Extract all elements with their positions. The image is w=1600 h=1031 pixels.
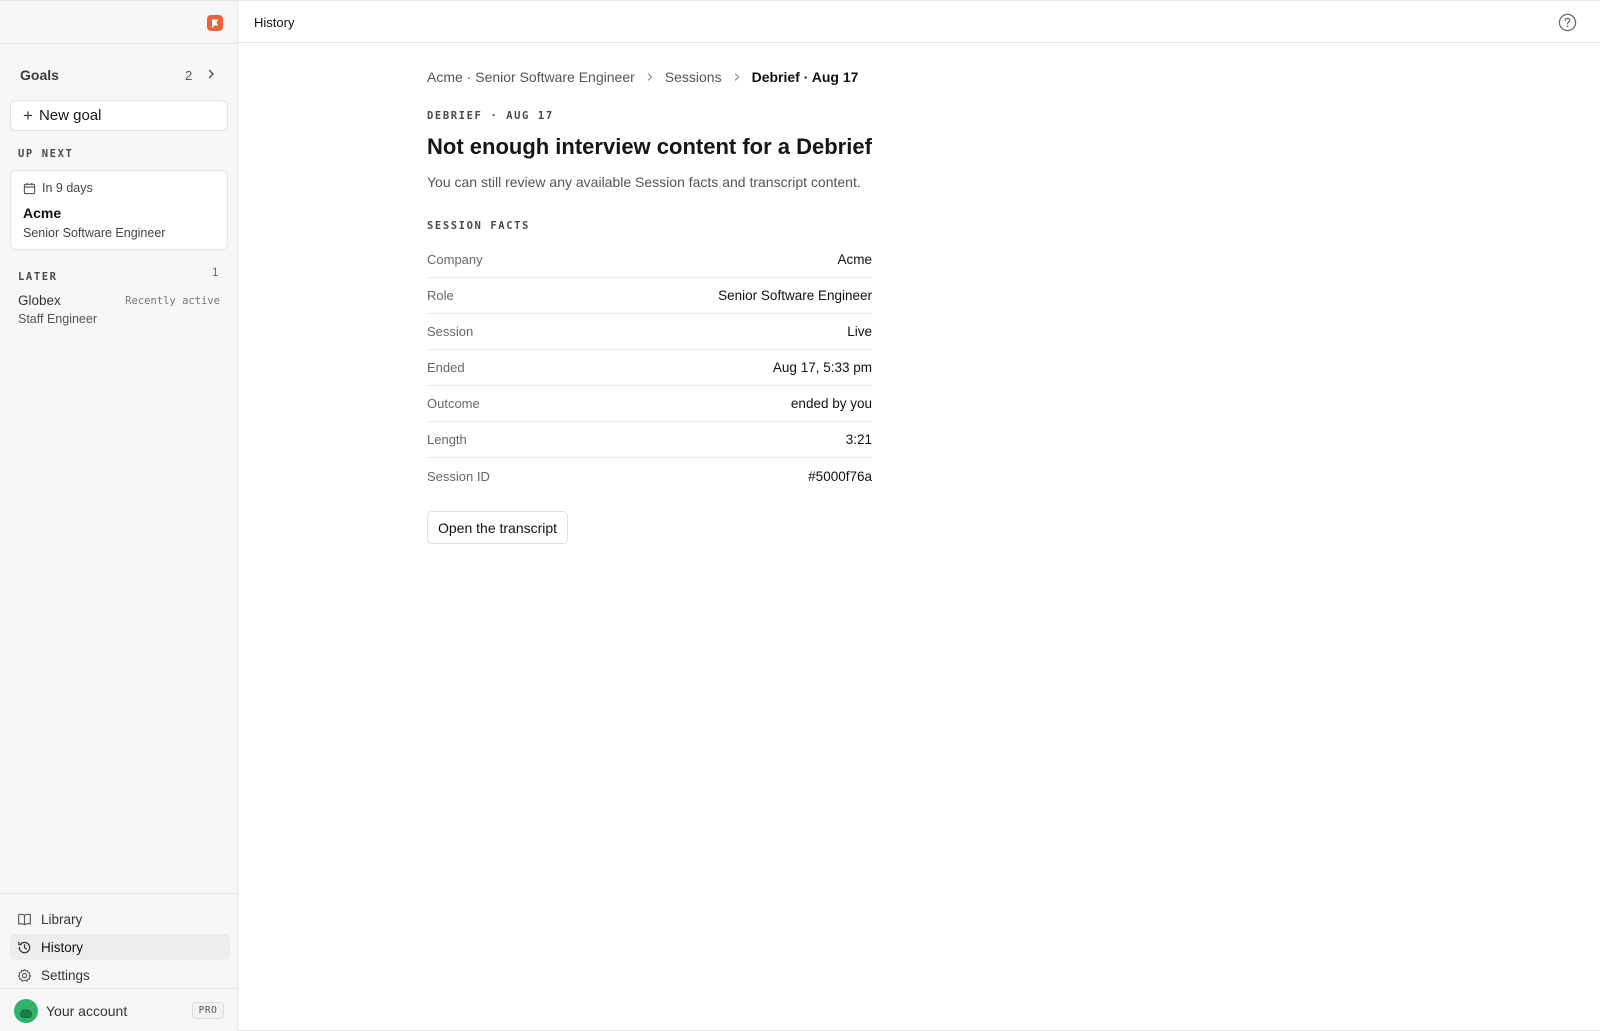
plan-badge: PRO [192,1002,224,1019]
gear-icon [17,968,32,983]
later-label: LATER [18,271,58,283]
debrief-eyebrow: DEBRIEF · AUG 17 [427,110,554,122]
fact-row-session: Session Live [427,314,872,350]
session-facts-table: Company Acme Role Senior Software Engine… [427,242,872,494]
fact-row-outcome: Outcome ended by you [427,386,872,422]
breadcrumb-current: Debrief · Aug 17 [751,69,859,85]
chevron-right-icon[interactable] [205,67,217,85]
fact-value: Senior Software Engineer [718,288,872,303]
breadcrumb-sessions[interactable]: Sessions [665,69,722,85]
fact-value: Live [847,324,872,339]
page-title: History [254,15,295,30]
brand-logo-icon[interactable] [207,15,223,31]
chevron-right-icon [732,72,742,82]
fact-row-session-id: Session ID #5000f76a [427,458,872,494]
debrief-subtitle: You can still review any available Sessi… [427,174,861,190]
fact-row-role: Role Senior Software Engineer [427,278,872,314]
fact-key: Company [427,252,483,267]
sidebar-item-history[interactable]: History [10,934,230,960]
up-next-label: UP NEXT [18,148,74,160]
up-next-when: In 9 days [23,181,93,195]
fact-value: Aug 17, 5:33 pm [772,360,872,375]
history-icon [17,940,32,955]
sidebar-header [0,1,237,44]
account-label: Your account [46,1002,128,1019]
new-goal-button[interactable]: + New goal [10,100,228,131]
up-next-when-text: In 9 days [42,181,93,195]
up-next-role: Senior Software Engineer [23,226,166,240]
later-item-company: Globex [18,293,61,308]
later-item[interactable]: Globex Recently active Staff Engineer [18,293,220,327]
breadcrumb-goal[interactable]: Acme · Senior Software Engineer [427,69,635,85]
help-icon[interactable] [1558,13,1577,37]
fact-value: ended by you [790,396,872,411]
up-next-company: Acme [23,205,62,221]
later-item-status: Recently active [125,295,220,307]
goals-header[interactable]: Goals 2 [20,66,220,84]
fact-value: #5000f76a [808,468,872,484]
new-goal-label: New goal [38,107,102,124]
debrief-title: Not enough interview content for a Debri… [427,134,872,159]
fact-key: Length [427,432,467,447]
topbar: History [238,0,1600,43]
fact-row-ended: Ended Aug 17, 5:33 pm [427,350,872,386]
main-content: Acme · Senior Software Engineer Sessions… [238,43,1600,1031]
account-menu[interactable]: Your account PRO [0,988,238,1031]
fact-key: Ended [427,360,465,375]
fact-row-company: Company Acme [427,242,872,278]
session-facts-label: SESSION FACTS [427,220,530,232]
plus-icon: + [23,106,33,125]
open-transcript-button[interactable]: Open the transcript [427,511,569,544]
sidebar-item-label: Library [41,911,83,927]
later-count: 1 [212,267,219,279]
goals-count: 2 [185,67,193,83]
goals-title: Goals [20,67,59,83]
sidebar-item-settings[interactable]: Settings [10,962,230,988]
fact-key: Outcome [427,396,480,411]
up-next-card[interactable]: In 9 days Acme Senior Software Engineer [10,170,228,250]
avatar [14,998,38,1023]
breadcrumb: Acme · Senior Software Engineer Sessions… [427,68,1027,86]
sidebar: Goals 2 + New goal UP NEXT In 9 days Acm… [0,0,238,1031]
later-item-role: Staff Engineer [18,312,97,326]
later-header: LATER 1 [18,267,220,285]
book-icon [17,912,32,927]
app-window: Goals 2 + New goal UP NEXT In 9 days Acm… [0,0,1600,1031]
sidebar-item-label: History [41,939,84,955]
fact-key: Session ID [427,468,490,484]
chevron-right-icon [645,72,655,82]
fact-key: Session [427,324,474,339]
fact-value: 3:21 [845,432,872,447]
sidebar-item-label: Settings [41,967,90,983]
fact-row-length: Length 3:21 [427,422,872,458]
fact-value: Acme [837,252,872,267]
sidebar-divider [0,893,238,894]
calendar-icon [23,182,36,195]
sidebar-item-library[interactable]: Library [10,906,230,932]
fact-key: Role [427,288,454,303]
